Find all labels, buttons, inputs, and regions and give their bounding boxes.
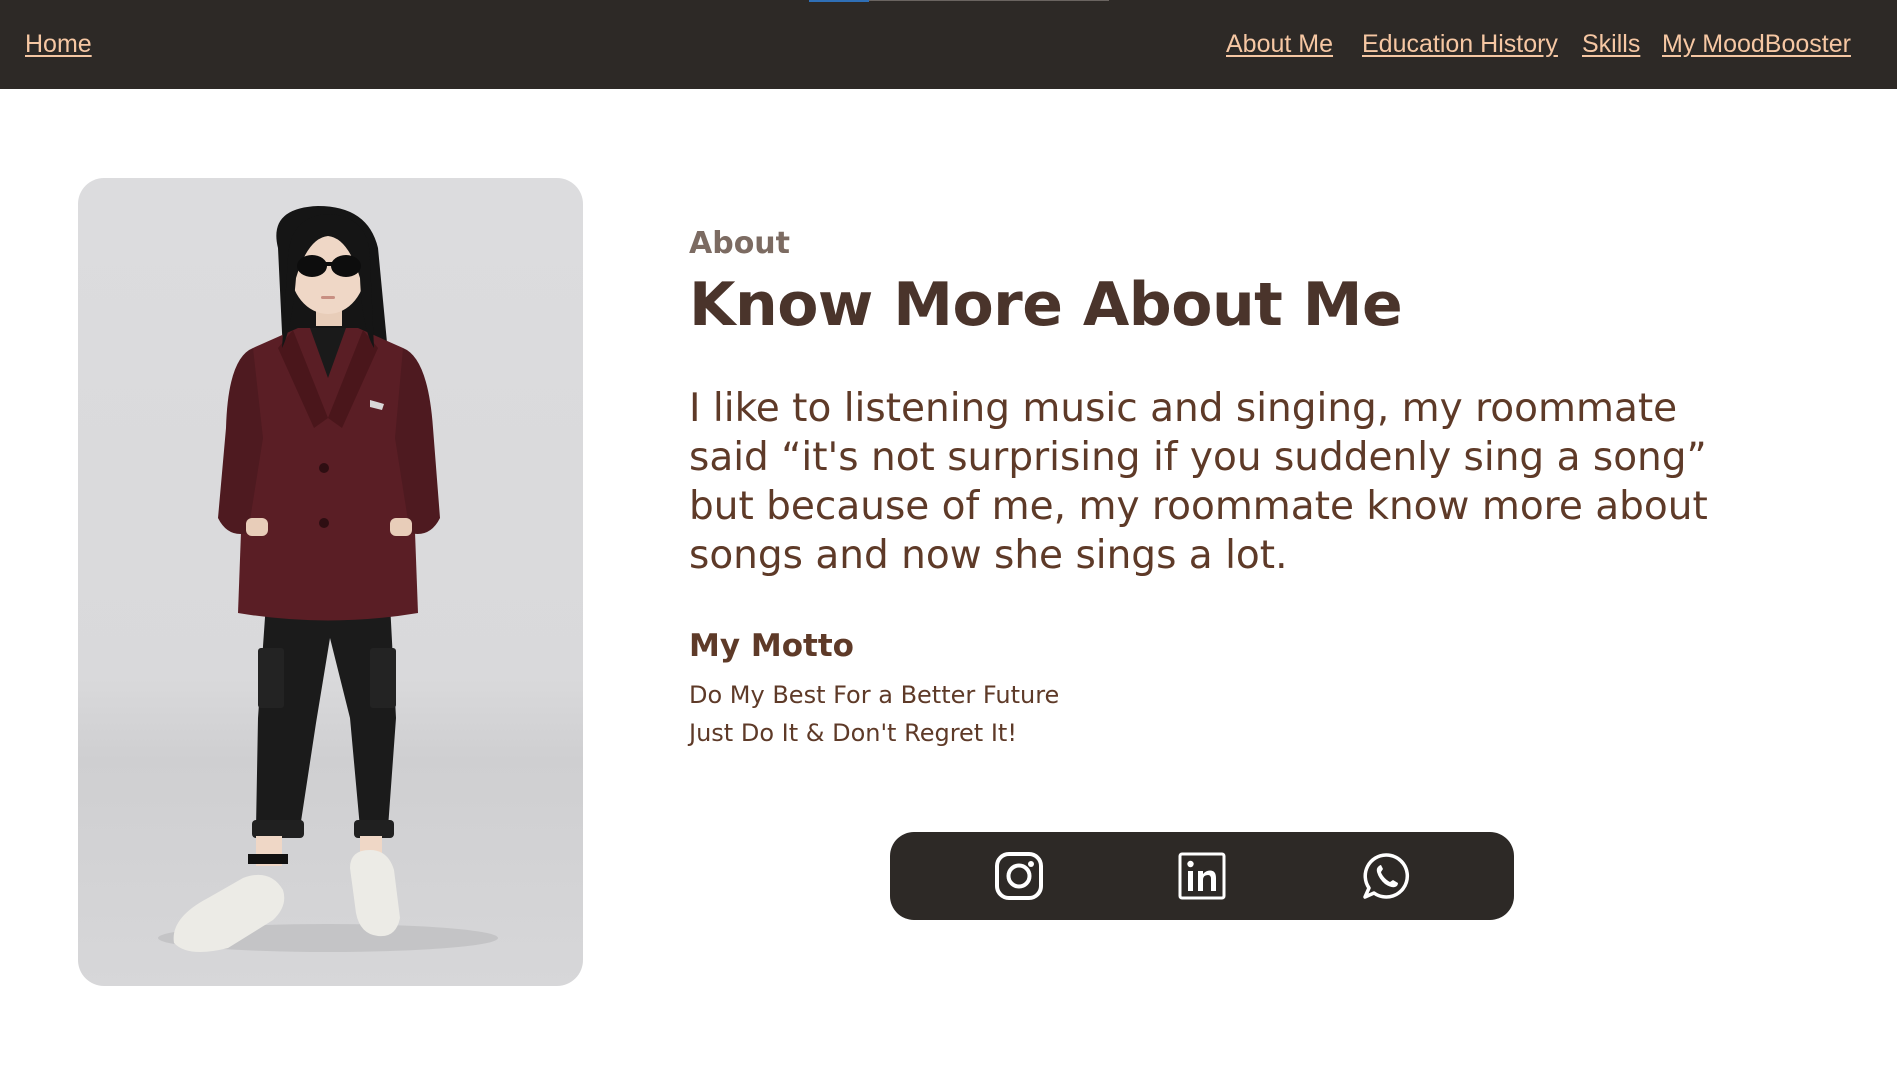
bio-paragraph: I like to listening music and singing, m… <box>689 386 1708 578</box>
linkedin-icon[interactable] <box>1177 851 1227 901</box>
nav-home-link[interactable]: Home <box>25 30 92 59</box>
motto-line: Do My Best For a Better Future <box>689 681 1060 709</box>
nav-about-me-link[interactable]: About Me <box>1226 30 1333 59</box>
instagram-icon[interactable] <box>994 851 1044 901</box>
profile-photo-illustration <box>158 206 498 952</box>
nav-scroll-indicator <box>809 0 869 2</box>
section-label: About <box>689 226 791 261</box>
motto-title: My Motto <box>689 628 854 664</box>
navbar: Home About Me Education History Skills M… <box>0 0 1897 89</box>
profile-photo <box>78 178 583 986</box>
motto-line: Just Do It & Don't Regret It! <box>689 719 1017 747</box>
social-links-bar <box>890 832 1514 920</box>
nav-skills-link[interactable]: Skills <box>1582 30 1640 59</box>
whatsapp-icon[interactable] <box>1361 851 1411 901</box>
nav-moodbooster-link[interactable]: My MoodBooster <box>1662 30 1851 59</box>
page-title: Know More About Me <box>689 270 1403 340</box>
nav-education-history-link[interactable]: Education History <box>1362 30 1558 59</box>
nav-divider <box>869 0 1109 1</box>
